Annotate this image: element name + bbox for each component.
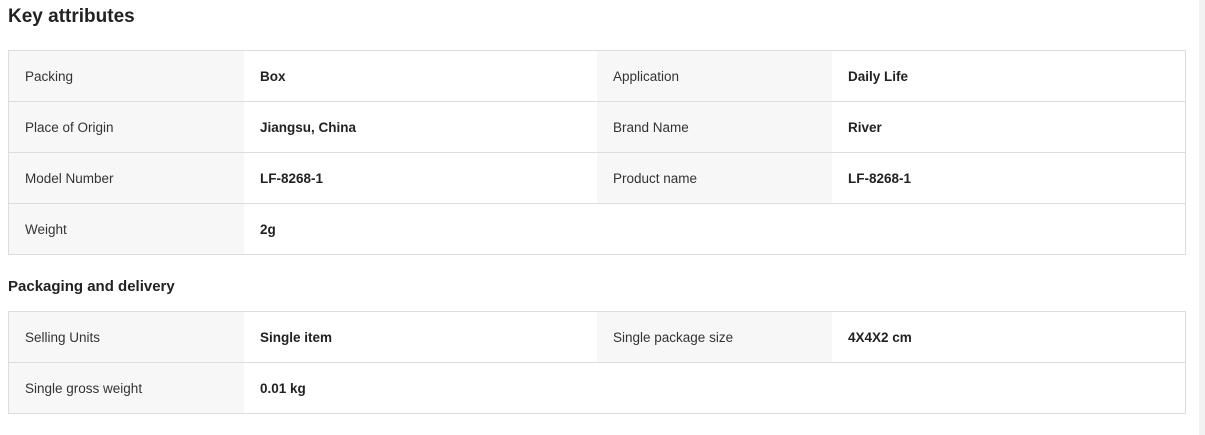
attribute-value-model-number: LF-8268-1 [244, 153, 597, 203]
attribute-value-brand-name: River [832, 102, 1185, 152]
empty-cell [832, 363, 1185, 413]
key-attributes-table: Packing Box Application Daily Life Place… [8, 50, 1186, 255]
key-attributes-heading: Key attributes [8, 6, 135, 27]
attribute-label-package-size: Single package size [597, 312, 832, 362]
attribute-value-package-size: 4X4X2 cm [832, 312, 1185, 362]
empty-cell [597, 204, 832, 254]
attribute-label-place-of-origin: Place of Origin [9, 102, 244, 152]
attribute-label-application: Application [597, 51, 832, 101]
attribute-value-packing: Box [244, 51, 597, 101]
table-row: Selling Units Single item Single package… [9, 312, 1185, 363]
attribute-label-weight: Weight [9, 204, 244, 254]
attribute-value-weight: 2g [244, 204, 597, 254]
table-row: Weight 2g [9, 204, 1185, 254]
attribute-label-selling-units: Selling Units [9, 312, 244, 362]
table-row: Single gross weight 0.01 kg [9, 363, 1185, 413]
attribute-value-place-of-origin: Jiangsu, China [244, 102, 597, 152]
table-row: Packing Box Application Daily Life [9, 51, 1185, 102]
attribute-value-application: Daily Life [832, 51, 1185, 101]
attribute-label-product-name: Product name [597, 153, 832, 203]
attribute-label-brand-name: Brand Name [597, 102, 832, 152]
attribute-value-product-name: LF-8268-1 [832, 153, 1185, 203]
table-row: Place of Origin Jiangsu, China Brand Nam… [9, 102, 1185, 153]
attribute-label-packing: Packing [9, 51, 244, 101]
attribute-label-gross-weight: Single gross weight [9, 363, 244, 413]
page-scrollbar-edge [1199, 0, 1205, 435]
packaging-delivery-heading: Packaging and delivery [8, 278, 175, 295]
packaging-delivery-table: Selling Units Single item Single package… [8, 311, 1186, 414]
table-row: Model Number LF-8268-1 Product name LF-8… [9, 153, 1185, 204]
empty-cell [832, 204, 1185, 254]
empty-cell [597, 363, 832, 413]
attribute-value-gross-weight: 0.01 kg [244, 363, 597, 413]
attribute-label-model-number: Model Number [9, 153, 244, 203]
attribute-value-selling-units: Single item [244, 312, 597, 362]
